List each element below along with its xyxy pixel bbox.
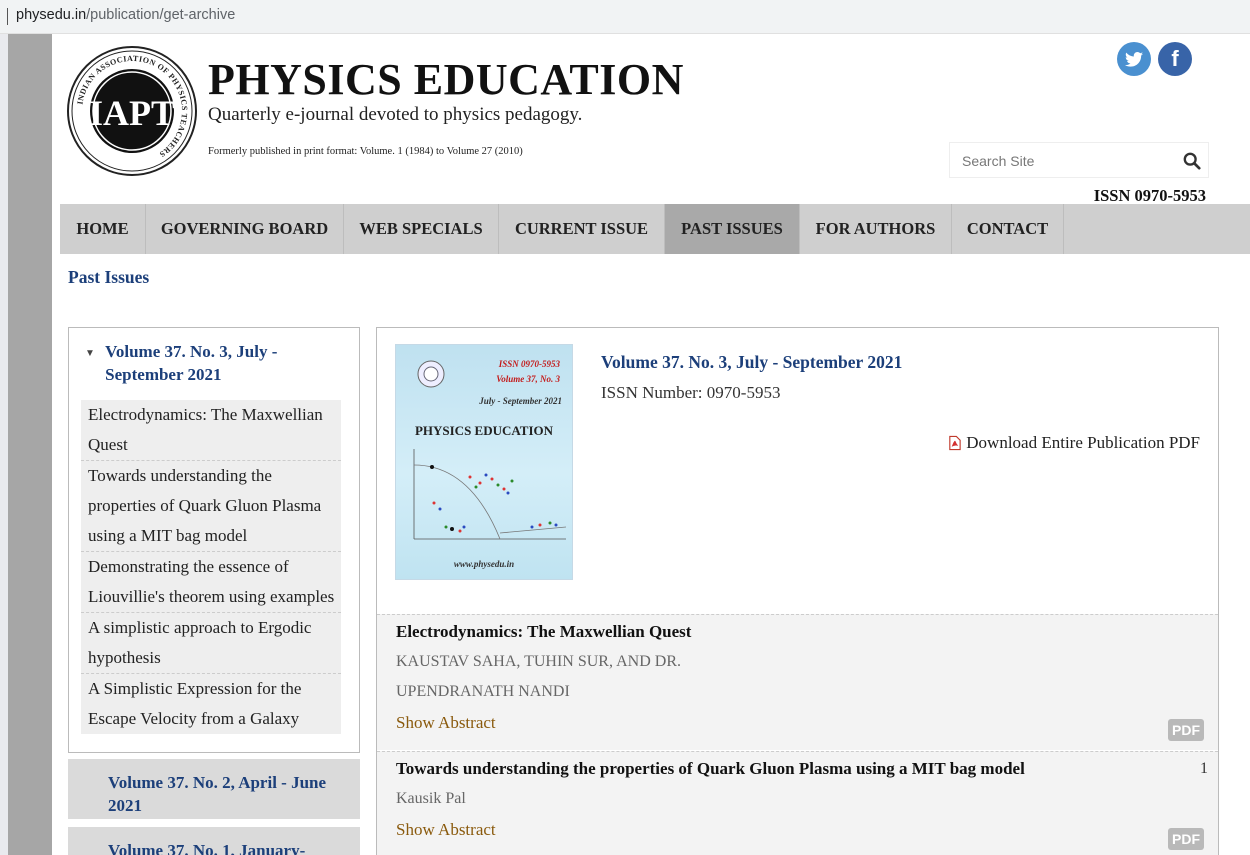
formerly-note: Formerly published in print format: Volu… <box>208 146 523 157</box>
cover-phase-diagram <box>413 449 567 540</box>
nav-past-issues[interactable]: PAST ISSUES <box>665 204 800 254</box>
main-nav: HOME GOVERNING BOARD WEB SPECIALS CURREN… <box>60 204 1250 254</box>
article-card: Towards understanding the properties of … <box>377 751 1218 855</box>
iapt-logo[interactable]: INDIAN ASSOCIATION OF PHYSICS TEACHERS I… <box>66 42 198 180</box>
sidebar-article[interactable]: Towards understanding the properties of … <box>81 461 341 552</box>
volume-collapsed[interactable]: Volume 37. No. 2, April - June 2021 <box>68 759 360 819</box>
site-tagline: Quarterly e-journal devoted to physics p… <box>208 104 583 125</box>
article-title[interactable]: Towards understanding the properties of … <box>396 752 1202 784</box>
show-abstract-link[interactable]: Show Abstract <box>396 707 1202 739</box>
facebook-button[interactable]: f <box>1158 42 1192 76</box>
caret-down-icon: ▼ <box>85 348 95 359</box>
article-authors: Kausik Pal <box>396 790 466 807</box>
search-icon <box>1183 152 1201 170</box>
issue-panel: ISSN 0970-5953 Volume 37, No. 3 July - Se… <box>376 327 1219 855</box>
pdf-file-icon <box>949 435 961 451</box>
logo-initials: IAPT <box>89 93 175 133</box>
nav-for-authors[interactable]: FOR AUTHORS <box>800 204 952 254</box>
article-pdf-button[interactable]: PDF <box>1168 719 1204 741</box>
nav-governing-board[interactable]: GOVERNING BOARD <box>146 204 344 254</box>
sidebar-article[interactable]: A Simplistic Expression for the Escape V… <box>81 674 341 734</box>
volume-title: Volume 37. No. 3, July - September 2021 <box>105 342 278 384</box>
volume-expanded: ▼ Volume 37. No. 3, July - September 202… <box>68 327 360 753</box>
address-bar[interactable]: physedu.in/publication/get-archive <box>0 0 1250 34</box>
site-title[interactable]: PHYSICS EDUCATION <box>208 54 684 105</box>
nav-current-issue[interactable]: CURRENT ISSUE <box>499 204 665 254</box>
url-host: physedu.in <box>16 7 87 23</box>
search-button[interactable] <box>1174 143 1210 179</box>
issue-title: Volume 37. No. 3, July - September 2021 <box>601 352 903 372</box>
article-page: 1 <box>1200 760 1208 777</box>
nav-home[interactable]: HOME <box>60 204 146 254</box>
sidebar-article[interactable]: Demonstrating the essence of Liouvillie'… <box>81 552 341 613</box>
url-path: /publication/get-archive <box>86 7 236 23</box>
download-publication-link[interactable]: Download Entire Publication PDF <box>947 433 1200 453</box>
download-label: Download Entire Publication PDF <box>966 433 1200 452</box>
page-title: Past Issues <box>68 267 150 287</box>
text-caret <box>7 8 8 25</box>
cover-title: PHYSICS EDUCATION <box>414 423 554 438</box>
issue-issn: ISSN Number: 0970-5953 <box>601 383 781 402</box>
show-abstract-link[interactable]: Show Abstract <box>396 814 1202 846</box>
article-pdf-button[interactable]: PDF <box>1168 828 1204 850</box>
sidebar-article[interactable]: Electrodynamics: The Maxwellian Quest <box>81 400 341 461</box>
twitter-button[interactable] <box>1117 42 1151 76</box>
sidebar-article[interactable]: A simplistic approach to Ergodic hypothe… <box>81 613 341 674</box>
volume-article-list: Electrodynamics: The Maxwellian Quest To… <box>81 400 341 734</box>
search-input[interactable] <box>950 143 1170 179</box>
article-authors: KAUSTAV SAHA, TUHIN SUR, AND DR. <box>396 653 681 670</box>
cover-logo-icon <box>417 360 445 388</box>
article-title[interactable]: Electrodynamics: The Maxwellian Quest <box>396 615 1202 647</box>
volume-collapsed[interactable]: Volume 37. No. 1, January- <box>68 827 360 855</box>
url-text[interactable]: physedu.in/publication/get-archive <box>16 7 235 23</box>
facebook-icon: f <box>1171 46 1179 71</box>
issue-cover[interactable]: ISSN 0970-5953 Volume 37, No. 3 July - Se… <box>395 344 573 580</box>
twitter-icon <box>1125 51 1143 67</box>
site-container: INDIAN ASSOCIATION OF PHYSICS TEACHERS I… <box>52 34 1250 855</box>
nav-contact[interactable]: CONTACT <box>952 204 1064 254</box>
article-card: Electrodynamics: The Maxwellian Quest KA… <box>377 614 1218 750</box>
cover-url: www.physedu.in <box>453 559 515 569</box>
volume-header[interactable]: ▼ Volume 37. No. 3, July - September 202… <box>81 340 351 386</box>
search-box <box>949 142 1210 179</box>
article-authors: UPENDRANATH NANDI <box>396 683 570 700</box>
cover-issn: ISSN 0970-5953 Volume 37, No. 3 <box>496 359 560 384</box>
cover-date: July - September 2021 <box>479 396 562 406</box>
volume-sidebar: ▼ Volume 37. No. 3, July - September 202… <box>68 327 360 855</box>
issn-label: ISSN 0970-5953 <box>1093 186 1206 205</box>
nav-web-specials[interactable]: WEB SPECIALS <box>344 204 499 254</box>
